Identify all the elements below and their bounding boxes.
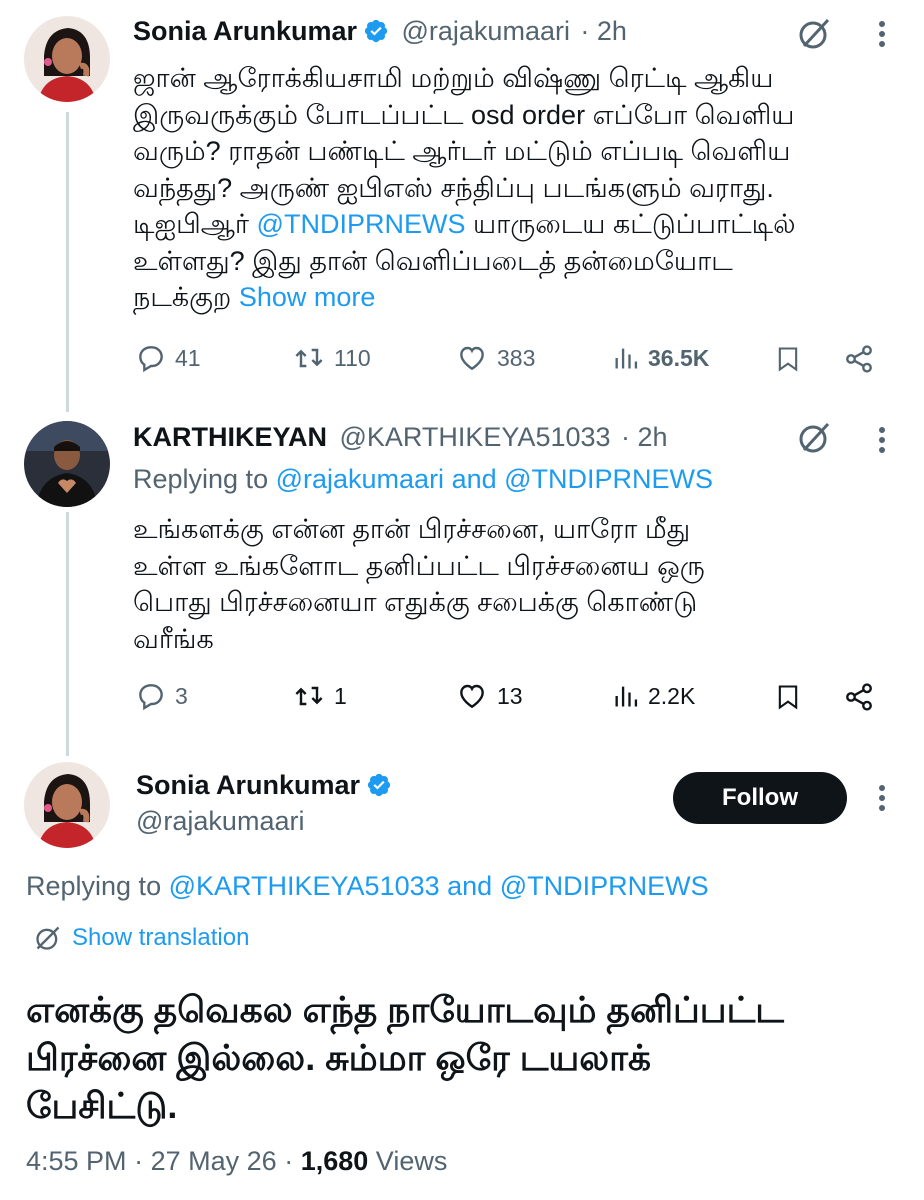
tweet-text-line: எனக்கு தவெகல எந்த நாயோடவும் தனிப்பட்ட [26, 989, 784, 1030]
like-icon [460, 346, 484, 371]
like-count: 383 [497, 344, 536, 371]
mention-link[interactable]: @TNDIPRNEWS [500, 871, 709, 901]
author-name[interactable]: Sonia Arunkumar [136, 770, 360, 800]
tweet-header: Sonia Arunkumar @rajakumaari · 2h [133, 16, 627, 47]
tweet-text-line: வந்தது? அருண் ஐபிஎஸ் சந்திப்பு படங்களும்… [133, 172, 774, 203]
tweet-time[interactable]: 4:55 PM [26, 1146, 127, 1176]
tweet-meta: 4:55 PM · 27 May 26 · 1,680 Views [26, 1146, 447, 1177]
reply-icon [139, 346, 163, 373]
more-icon[interactable] [872, 18, 892, 50]
grok-icon[interactable] [796, 16, 832, 52]
replying-and: and [439, 871, 500, 901]
tweet-date[interactable]: 27 May 26 [151, 1146, 277, 1176]
retweet-icon [295, 686, 323, 706]
separator: · [284, 1146, 294, 1176]
tweet-text: உங்களக்கு என்ன தான் பிரச்சனை, யாரோ மீது … [133, 511, 705, 657]
tweet-text-line: பேசிட்டு. [26, 1085, 178, 1126]
tweet-text: ஜான் ஆரோக்கியசாமி மற்றும் விஷ்ணு ரெட்டி … [133, 60, 795, 316]
retweet-button[interactable]: 110 [292, 342, 371, 374]
show-more-link[interactable]: Show more [239, 282, 376, 312]
tweet-text-line: உள்ள உங்களோட தனிப்பட்ட பிரச்சனைய ஒரு [133, 550, 705, 581]
mention-link[interactable]: @KARTHIKEYA51033 [169, 871, 440, 901]
bookmark-button[interactable] [774, 681, 802, 718]
retweet-count: 110 [334, 344, 371, 371]
retweet-button[interactable]: 1 [292, 680, 347, 712]
share-icon [846, 345, 872, 373]
tweet-text-line: நடக்குற Show more [133, 279, 795, 316]
tweet-time[interactable]: · 2h [621, 422, 668, 452]
tweet-text-line: டிஐபிஆர் @TNDIPRNEWS யாருடைய கட்டுப்பாட்… [133, 206, 795, 243]
tweet-text-line: உள்ளது? இது தான் வெளிப்படைத் தன்மையோட [133, 245, 733, 276]
tweet-text-line: ஜான் ஆரோக்கியசாமி மற்றும் விஷ்ணு ரெட்டி … [133, 63, 774, 93]
avatar[interactable] [24, 16, 110, 102]
views-count: 1,680 [300, 1146, 369, 1176]
retweet-count: 1 [334, 682, 347, 709]
like-icon [460, 684, 484, 709]
tweet-text-line: வரும்? ராதன் பண்டிட் ஆர்டர் மட்டும் எப்ப… [133, 136, 791, 166]
share-icon [846, 683, 872, 711]
mention-link[interactable]: @rajakumaari [276, 464, 444, 494]
thread-line [66, 112, 69, 412]
avatar[interactable] [24, 421, 110, 507]
mention-link[interactable]: @TNDIPRNEWS [257, 209, 466, 239]
replying-to: Replying to @KARTHIKEYA51033 and @TNDIPR… [26, 871, 709, 902]
views-button[interactable]: 2.2K [612, 680, 695, 712]
tweet-text-line: இருவருக்கும் போடப்பட்ட osd order எப்போ வ… [133, 99, 795, 130]
show-translation-label: Show translation [72, 924, 250, 951]
share-button[interactable] [843, 681, 875, 718]
bookmark-icon [778, 347, 798, 372]
views-button[interactable]: 36.5K [612, 342, 709, 374]
reply-button[interactable]: 3 [135, 680, 188, 712]
follow-button[interactable]: Follow [673, 772, 847, 824]
text: யாருடைய கட்டுப்பாட்டில் [465, 209, 796, 239]
author-name-row: Sonia Arunkumar [136, 770, 392, 801]
retweet-icon [295, 348, 323, 368]
tweet-text-line: பொது பிரச்சனையா எதுக்கு சபைக்கு கொண்டு [133, 587, 698, 617]
replying-to-label: Replying to [133, 464, 276, 494]
tweet-time[interactable]: · 2h [580, 16, 627, 46]
replying-to-label: Replying to [26, 871, 169, 901]
reply-count: 41 [175, 344, 201, 371]
more-icon[interactable] [872, 424, 892, 456]
views-label: Views [375, 1146, 448, 1176]
views-count: 2.2K [648, 682, 696, 709]
like-button[interactable]: 383 [455, 342, 535, 374]
grok-icon[interactable] [796, 420, 832, 456]
tweet-header: KARTHIKEYAN @KARTHIKEYA51033 · 2h [133, 422, 668, 453]
text: டிஐபிஆர் [133, 209, 257, 239]
thread-line [66, 512, 69, 756]
like-button[interactable]: 13 [455, 680, 523, 712]
bookmark-icon [778, 685, 798, 710]
reply-icon [139, 684, 163, 711]
views-icon [615, 348, 638, 369]
author-handle[interactable]: @KARTHIKEYA51033 [339, 422, 610, 452]
author-handle[interactable]: @rajakumaari [136, 806, 304, 837]
tweet-text-line: பிரச்னை இல்லை. சும்மா ஒரே டயலாக் [26, 1037, 651, 1078]
author-name[interactable]: Sonia Arunkumar [133, 16, 357, 46]
mention-link[interactable]: @TNDIPRNEWS [504, 464, 713, 494]
author-handle[interactable]: @rajakumaari [402, 16, 570, 46]
views-count: 36.5K [648, 344, 710, 371]
reply-button[interactable]: 41 [135, 342, 201, 374]
verified-badge-icon [366, 772, 392, 798]
bookmark-button[interactable] [774, 343, 802, 380]
show-translation-button[interactable]: Show translation [34, 924, 249, 952]
translate-icon [36, 926, 60, 950]
avatar[interactable] [24, 762, 110, 848]
views-icon [615, 686, 638, 707]
text: நடக்குற [133, 282, 239, 312]
main-tweet-text: எனக்கு தவெகல எந்த நாயோடவும் தனிப்பட்ட பி… [26, 986, 784, 1130]
author-name[interactable]: KARTHIKEYAN [133, 422, 327, 452]
reply-count: 3 [175, 682, 188, 709]
separator: · [134, 1146, 144, 1176]
more-icon[interactable] [872, 782, 892, 814]
share-button[interactable] [843, 343, 875, 380]
like-count: 13 [497, 682, 523, 709]
tweet-text-line: உங்களக்கு என்ன தான் பிரச்சனை, யாரோ மீது [133, 514, 691, 544]
tweet-text-line: வரீங்க [133, 623, 214, 654]
verified-badge-icon [363, 18, 389, 44]
replying-and: and [444, 464, 505, 494]
replying-to: Replying to @rajakumaari and @TNDIPRNEWS [133, 464, 713, 495]
